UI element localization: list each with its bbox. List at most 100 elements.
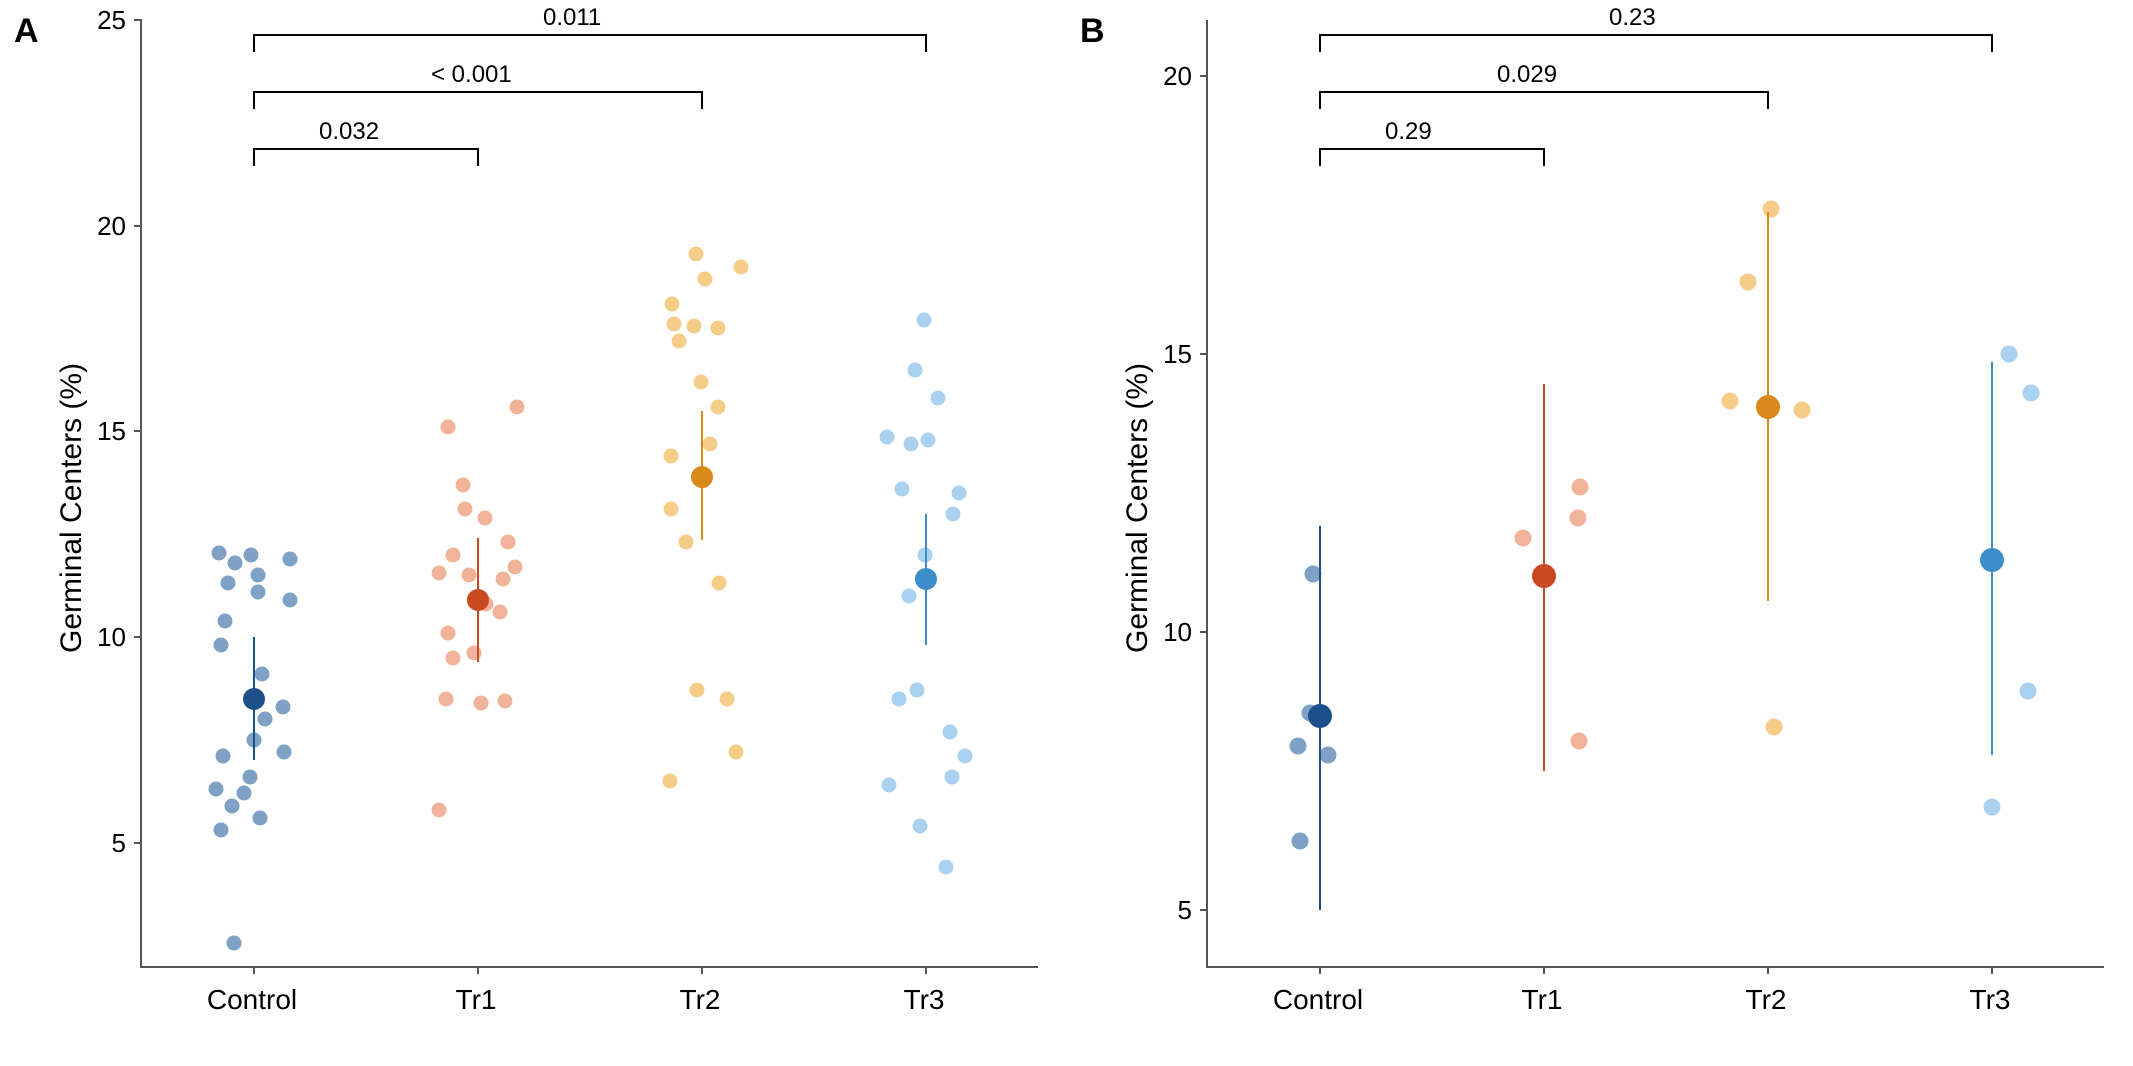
- data-point: [254, 666, 269, 681]
- comparison-bracket-tick: [1319, 34, 1321, 52]
- data-point: [283, 592, 298, 607]
- comparison-bracket: [1320, 91, 1768, 93]
- comparison-bracket: [254, 91, 702, 93]
- data-point: [913, 819, 928, 834]
- x-tick: [1991, 966, 1993, 974]
- y-tick: [134, 19, 142, 21]
- comparison-bracket-tick: [253, 148, 255, 166]
- data-point: [894, 481, 909, 496]
- data-point: [710, 399, 725, 414]
- x-category-label: Tr1: [1482, 984, 1602, 1016]
- comparison-bracket-tick: [1767, 91, 1769, 109]
- y-tick: [1200, 631, 1208, 633]
- x-category-label: Tr3: [1930, 984, 2050, 1016]
- y-tick: [134, 842, 142, 844]
- data-point: [224, 798, 239, 813]
- x-category-label: Tr2: [1706, 984, 1826, 1016]
- data-point: [242, 769, 257, 784]
- y-tick-label: 15: [1163, 339, 1192, 370]
- data-point: [462, 568, 477, 583]
- comparison-bracket-tick: [701, 91, 703, 109]
- panel-a: A510152025Germinal Centers (%)ControlTr1…: [0, 0, 1066, 1066]
- x-tick: [925, 966, 927, 974]
- data-point: [734, 259, 749, 274]
- data-point: [497, 693, 512, 708]
- mean-point: [915, 568, 937, 590]
- data-point: [664, 448, 679, 463]
- x-category-label: Tr2: [640, 984, 760, 1016]
- data-point: [446, 547, 461, 562]
- data-point: [916, 313, 931, 328]
- data-point: [1292, 832, 1309, 849]
- comparison-bracket-tick: [1319, 91, 1321, 109]
- data-point: [251, 584, 266, 599]
- y-tick: [1200, 909, 1208, 911]
- data-point: [945, 769, 960, 784]
- panel-letter: A: [14, 12, 39, 51]
- data-point: [456, 477, 471, 492]
- data-point: [2020, 682, 2037, 699]
- data-point: [687, 319, 702, 334]
- data-point: [227, 555, 242, 570]
- data-point: [698, 272, 713, 287]
- data-point: [244, 547, 259, 562]
- plot-area: [140, 20, 1038, 968]
- data-point: [879, 430, 894, 445]
- comparison-bracket-tick: [925, 34, 927, 52]
- y-tick-label: 5: [1178, 895, 1192, 926]
- data-point: [509, 399, 524, 414]
- data-point: [921, 432, 936, 447]
- x-category-label: Control: [192, 984, 312, 1016]
- comparison-bracket: [1320, 148, 1544, 150]
- data-point: [2000, 345, 2017, 362]
- x-tick: [1319, 966, 1321, 974]
- data-point: [251, 568, 266, 583]
- data-point: [689, 683, 704, 698]
- y-tick-label: 20: [97, 211, 126, 242]
- x-tick: [1543, 966, 1545, 974]
- data-point: [882, 778, 897, 793]
- plot-area: [1206, 20, 2104, 968]
- data-point: [432, 566, 447, 581]
- data-point: [943, 724, 958, 739]
- data-point: [213, 823, 228, 838]
- data-point: [466, 646, 481, 661]
- x-category-label: Tr3: [864, 984, 984, 1016]
- comparison-bracket-tick: [1543, 148, 1545, 166]
- data-point: [216, 749, 231, 764]
- data-point: [728, 745, 743, 760]
- y-tick: [134, 636, 142, 638]
- y-tick-label: 15: [97, 416, 126, 447]
- y-axis-title: Germinal Centers (%): [55, 363, 89, 653]
- data-point: [909, 683, 924, 698]
- mean-point: [1532, 564, 1556, 588]
- data-point: [492, 605, 507, 620]
- data-point: [679, 535, 694, 550]
- y-tick: [134, 225, 142, 227]
- panel-b: B5101520Germinal Centers (%)ControlTr1Tr…: [1066, 0, 2132, 1066]
- data-point: [217, 613, 232, 628]
- comparison-bracket-tick: [1319, 148, 1321, 166]
- x-tick: [701, 966, 703, 974]
- data-point: [213, 638, 228, 653]
- data-point: [1571, 732, 1588, 749]
- p-value-label: 0.23: [1609, 4, 1656, 32]
- data-point: [495, 572, 510, 587]
- data-point: [946, 506, 961, 521]
- comparison-bracket-tick: [477, 148, 479, 166]
- data-point: [1794, 401, 1811, 418]
- data-point: [892, 691, 907, 706]
- data-point: [441, 420, 456, 435]
- data-point: [1290, 738, 1307, 755]
- y-tick-label: 10: [1163, 617, 1192, 648]
- data-point: [276, 699, 291, 714]
- y-tick: [1200, 75, 1208, 77]
- data-point: [711, 576, 726, 591]
- data-point: [1569, 510, 1586, 527]
- data-point: [277, 745, 292, 760]
- data-point: [211, 545, 226, 560]
- data-point: [500, 535, 515, 550]
- mean-point: [1756, 395, 1780, 419]
- data-point: [440, 625, 455, 640]
- data-point: [710, 321, 725, 336]
